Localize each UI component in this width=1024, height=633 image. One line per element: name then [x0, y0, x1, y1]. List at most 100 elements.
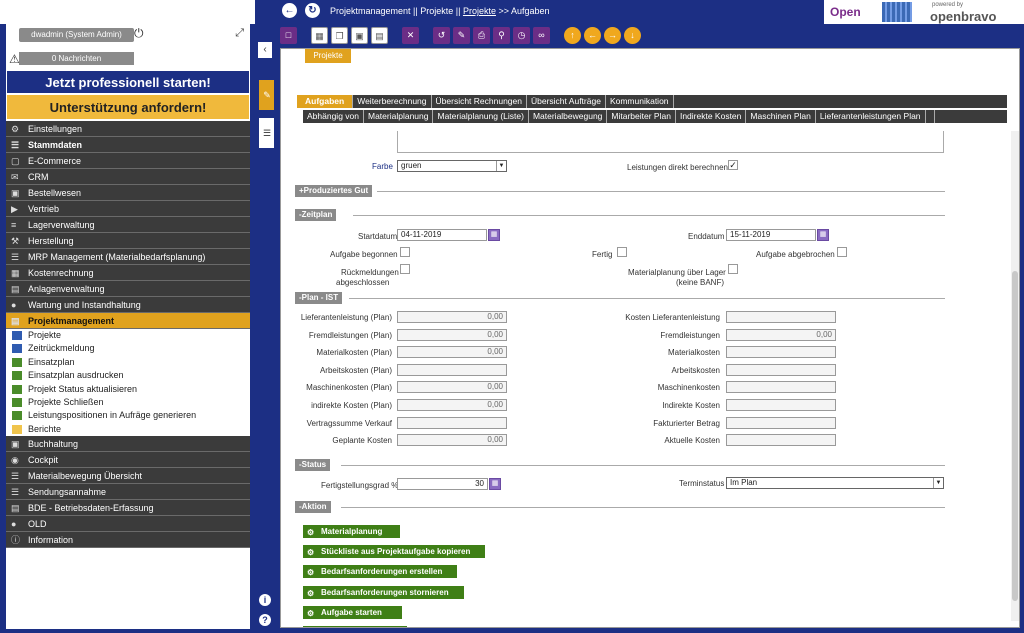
promo-start-button[interactable]: Jetzt professionell starten!	[6, 70, 250, 94]
section-status[interactable]: -Status	[295, 459, 331, 471]
rueckmeldungen-checkbox[interactable]	[400, 264, 410, 274]
submenu-item[interactable]: Einsatzplan ausdrucken	[6, 369, 250, 383]
menu-item-icon: ☰	[11, 140, 20, 150]
menu-item-label: Projektmanagement	[28, 316, 115, 326]
plan-right-label: Fremdleistungen	[660, 330, 720, 340]
help-icon[interactable]: ?	[259, 614, 271, 626]
vertical-scrollbar[interactable]	[1011, 131, 1019, 621]
menu-item-label: Wartung und Instandhaltung	[28, 300, 141, 310]
attachment-icon[interactable]: ✎	[453, 27, 470, 44]
power-icon[interactable]: ⏻	[134, 26, 144, 41]
fertigstellungsgrad-input[interactable]: 30	[397, 478, 488, 490]
menu-item[interactable]: ☰ Materialbewegung Übersicht	[6, 468, 250, 485]
submenu-item[interactable]: Berichte	[6, 422, 250, 437]
action-button[interactable]: ⚙ Stückliste aus Projektaufgabe kopieren	[303, 545, 485, 559]
action-button-label: Bedarfsanforderungen stornieren	[321, 587, 449, 597]
promo-support-button[interactable]: Unterstützung anfordern!	[6, 94, 250, 120]
fertig-checkbox[interactable]	[617, 247, 627, 257]
menu-item-icon: ☰	[11, 471, 20, 482]
collapse-chevron-icon[interactable]: ‹	[258, 42, 272, 58]
breadcrumb-link-projekte[interactable]: Projekte	[463, 6, 496, 16]
calendar-icon[interactable]: ▦	[488, 229, 500, 241]
notifications-badge[interactable]: 0 Nachrichten	[19, 52, 134, 65]
menu-item[interactable]: ▣ Bestellwesen	[6, 185, 250, 201]
submenu-item-label: Einsatzplan	[28, 356, 75, 367]
undo-icon[interactable]: ↺	[433, 27, 450, 44]
action-button[interactable]: ⚙ Bedarfsanforderungen erstellen	[303, 565, 457, 579]
expand-icon[interactable]: ⤢	[235, 27, 244, 40]
menu-item[interactable]: ⚙ Einstellungen	[6, 121, 250, 137]
startdatum-input[interactable]: 04-11-2019	[397, 229, 487, 241]
section-produziertes-gut[interactable]: +Produziertes Gut	[295, 185, 373, 197]
submenu-item[interactable]: Zeitrückmeldung	[6, 342, 250, 356]
submenu-item[interactable]: Leistungspositionen in Aufräge generiere…	[6, 409, 250, 423]
search-icon[interactable]: ⚲	[493, 27, 510, 44]
first-record-icon[interactable]: ↑	[564, 27, 581, 44]
menu-item[interactable]: ≡ Lagerverwaltung	[6, 217, 250, 233]
scrollbar-thumb[interactable]	[1012, 271, 1018, 601]
plan-right-label: Fakturierter Betrag	[653, 418, 720, 428]
copy-icon[interactable]: ❐	[331, 27, 348, 44]
section-zeitplan[interactable]: -Zeitplan	[295, 209, 337, 221]
submenu-item[interactable]: Projekte	[6, 329, 250, 343]
menu-item[interactable]: ▣ Buchhaltung	[6, 436, 250, 453]
edit-view-tab-icon[interactable]: ✎	[259, 80, 275, 110]
history-clock-icon[interactable]: ◷	[513, 27, 530, 44]
action-button[interactable]: ⚙ Materialplanung	[303, 525, 400, 538]
grid-view-tab-icon[interactable]: ☰	[259, 118, 275, 148]
action-button[interactable]: ⚙Aufgabe kopieren	[303, 626, 407, 627]
plan-left-label: Fremdleistungen (Plan)	[308, 330, 392, 340]
description-textarea[interactable]	[397, 131, 944, 153]
menu-item-projektmanagement[interactable]: ▤ Projektmanagement	[6, 313, 250, 329]
back-arrow-icon[interactable]: ←	[282, 3, 297, 18]
delete-trash-icon[interactable]: ✕	[402, 27, 419, 44]
menu-item[interactable]: ▶ Vertrieb	[6, 201, 250, 217]
materialplanung-lager-label: Materialplanung über Lager	[628, 268, 726, 277]
previous-record-icon[interactable]: ←	[584, 27, 601, 44]
menu-item[interactable]: ☰ Stammdaten	[6, 137, 250, 153]
menu-item[interactable]: ◉ Cockpit	[6, 452, 250, 469]
menu-item-icon: ●	[11, 300, 17, 310]
aufgabe-abgebrochen-checkbox[interactable]	[837, 247, 847, 257]
section-plan-ist[interactable]: -Plan - IST	[295, 292, 343, 304]
section-aktion[interactable]: -Aktion	[295, 501, 331, 513]
menu-item[interactable]: ⓘ Information	[6, 532, 250, 549]
save-close-icon[interactable]: ▤	[371, 27, 388, 44]
menu-item[interactable]: ⚒ Herstellung	[6, 233, 250, 249]
menu-item-icon: ⚒	[11, 236, 20, 246]
materialplanung-lager-checkbox[interactable]	[728, 264, 738, 274]
menu-item[interactable]: ▢ E-Commerce	[6, 153, 250, 169]
plan-right-value	[726, 346, 836, 359]
user-badge[interactable]: dwadmin (System Admin)	[19, 28, 134, 42]
info-icon[interactable]: i	[259, 594, 271, 606]
grid-icon[interactable]: ▦	[311, 27, 328, 44]
leistungen-checkbox[interactable]: ✓	[728, 160, 738, 170]
action-button[interactable]: ⚙ Aufgabe starten	[303, 605, 402, 619]
menu-item[interactable]: ▤ BDE - Betriebsdaten-Erfassung	[6, 500, 250, 517]
submenu-item[interactable]: Projekt Status aktualisieren	[6, 382, 250, 396]
menu-item[interactable]: ✉ CRM	[6, 169, 250, 185]
farbe-select[interactable]: gruen ▼	[397, 160, 507, 172]
enddatum-input[interactable]: 15-11-2019	[726, 229, 816, 241]
refresh-icon[interactable]: ↻	[305, 3, 320, 18]
next-record-icon[interactable]: →	[604, 27, 621, 44]
menu-item[interactable]: ☰ MRP Management (Materialbedarfsplanung)	[6, 249, 250, 265]
save-icon[interactable]: ▣	[351, 27, 368, 44]
terminstatus-select[interactable]: Im Plan ▼	[726, 477, 944, 489]
submenu-item[interactable]: Projekte Schließen	[6, 395, 250, 410]
calendar-icon[interactable]: ▦	[817, 229, 829, 241]
aufgabe-begonnen-checkbox[interactable]	[400, 247, 410, 257]
new-document-icon[interactable]: □	[280, 27, 297, 44]
action-button[interactable]: ⚙ Bedarfsanforderungen stornieren	[303, 585, 464, 599]
folder-icon	[12, 424, 22, 434]
menu-item[interactable]: ● OLD	[6, 516, 250, 533]
link-icon[interactable]: ∞	[533, 27, 550, 44]
menu-item[interactable]: ● Wartung und Instandhaltung	[6, 297, 250, 313]
menu-item[interactable]: ▦ Kostenrechnung	[6, 265, 250, 281]
menu-item[interactable]: ▤ Anlagenverwaltung	[6, 281, 250, 297]
menu-item[interactable]: ☰ Sendungsannahme	[6, 484, 250, 501]
print-icon[interactable]: ⎙	[473, 27, 490, 44]
submenu-item[interactable]: Einsatzplan	[6, 355, 250, 370]
calculator-icon[interactable]: ▦	[489, 478, 501, 490]
last-record-icon[interactable]: ↓	[624, 27, 641, 44]
